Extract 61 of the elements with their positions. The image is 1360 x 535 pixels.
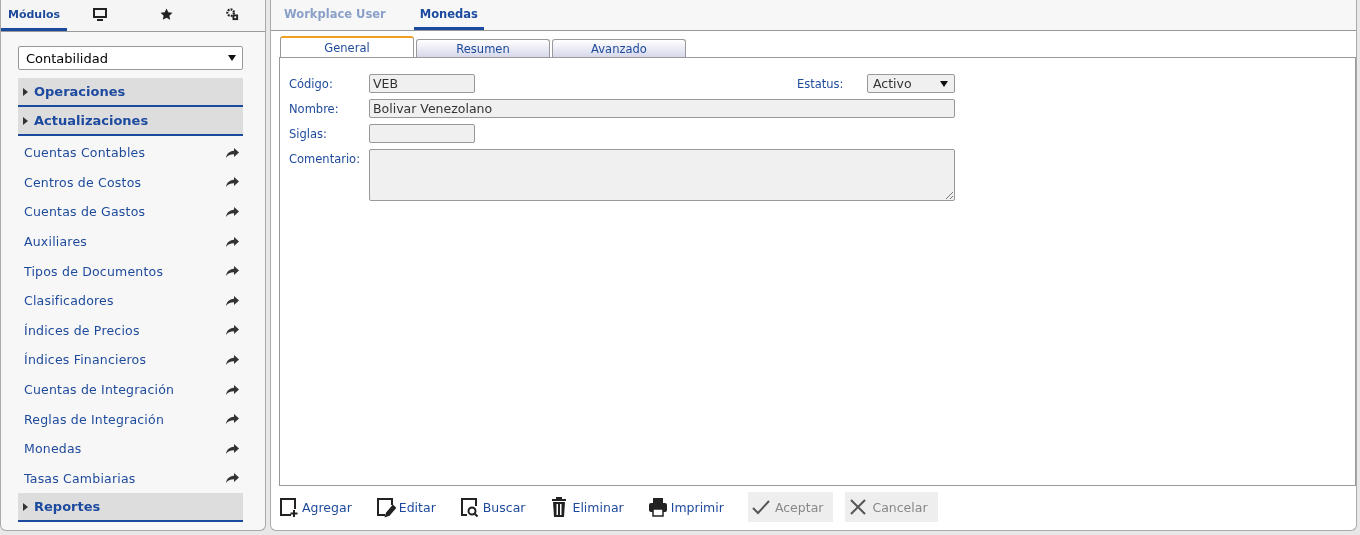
field-label: Nombre:	[289, 101, 340, 116]
menu-item[interactable]: Cuentas de Integración	[24, 382, 175, 398]
print-icon	[647, 496, 668, 518]
share-arrow-icon	[226, 414, 239, 425]
caret-icon	[940, 80, 948, 87]
menu-item[interactable]: Cuentas de Gastos	[24, 204, 146, 220]
trash-button[interactable]: Eliminar	[549, 492, 624, 522]
status-select[interactable]: Activo	[867, 74, 955, 93]
modules-tab[interactable]: Módulos	[1, 0, 67, 31]
field-label: Siglas:	[289, 126, 328, 141]
menu-section[interactable]: Operaciones	[18, 78, 243, 107]
share-arrow-icon	[226, 443, 239, 454]
add-icon	[279, 496, 299, 518]
caret-icon	[23, 116, 28, 125]
share-arrow-icon	[226, 384, 239, 395]
form-tab[interactable]: Avanzado	[552, 39, 686, 57]
share-arrow-icon	[226, 147, 239, 158]
input-field[interactable]: VEB	[369, 74, 475, 93]
field-label: Comentario:	[289, 151, 362, 166]
print-button[interactable]: Imprimir	[647, 492, 724, 522]
menu-item[interactable]: Auxiliares	[24, 234, 88, 250]
caret-icon	[23, 87, 28, 96]
field-label: Código:	[289, 76, 334, 91]
add-button[interactable]: Agregar	[279, 492, 352, 522]
edit-icon	[375, 496, 396, 518]
comment-field[interactable]	[369, 149, 955, 201]
search-button[interactable]: Buscar	[459, 492, 526, 522]
field-label: Estatus:	[797, 76, 845, 91]
share-arrow-icon	[226, 325, 239, 336]
menu-item[interactable]: Tipos de Documentos	[24, 263, 164, 279]
share-arrow-icon	[226, 236, 239, 247]
menu-item[interactable]: Índices Financieros	[24, 352, 147, 368]
menu-item[interactable]: Índices de Precios	[24, 322, 140, 338]
menu-section[interactable]: Actualizaciones	[18, 107, 243, 136]
share-arrow-icon	[226, 207, 239, 217]
input-field[interactable]	[369, 124, 475, 143]
share-arrow-icon	[226, 473, 239, 484]
document-tab[interactable]: Monedas	[413, 0, 484, 30]
form-tab[interactable]: General	[280, 36, 414, 57]
form-tab[interactable]: Resumen	[416, 39, 550, 57]
menu-item[interactable]: Reglas de Integración	[24, 411, 164, 427]
resize-grip-icon	[945, 191, 953, 199]
menu-item[interactable]: Tasas Cambiarias	[24, 470, 136, 486]
menu-item[interactable]: Centros de Costos	[24, 174, 142, 190]
share-arrow-icon	[226, 295, 239, 306]
monitor-icon	[93, 7, 107, 21]
search-icon	[459, 496, 480, 518]
menu-section[interactable]: Reportes	[18, 493, 243, 523]
edit-button[interactable]: Editar	[375, 492, 436, 522]
star-icon	[159, 7, 173, 21]
input-field[interactable]: Bolivar Venezolano	[369, 99, 955, 118]
menu-item[interactable]: Cuentas Contables	[24, 145, 146, 161]
share-arrow-icon	[226, 354, 239, 365]
caret-icon	[228, 55, 236, 61]
share-arrow-icon	[226, 177, 239, 188]
module-select[interactable]: Contabilidad	[18, 46, 243, 70]
menu-item[interactable]: Clasificadores	[24, 293, 114, 309]
caret-icon	[23, 502, 28, 511]
share-arrow-icon	[226, 266, 239, 277]
gear-icon	[225, 7, 239, 21]
menu-item[interactable]: Monedas	[24, 441, 82, 457]
